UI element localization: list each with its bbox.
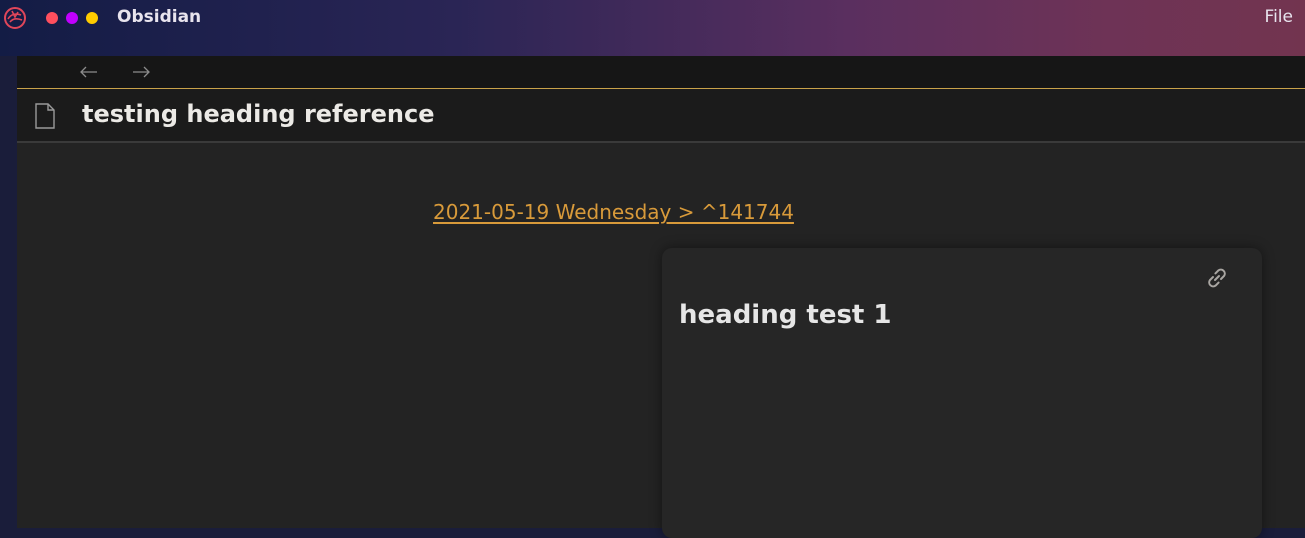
menu-file[interactable]: File xyxy=(1265,7,1293,27)
embed-link[interactable]: 2021-05-19 Wednesday > ^141744 xyxy=(433,200,794,224)
link-icon[interactable] xyxy=(1202,263,1232,293)
navigation-bar xyxy=(17,56,1305,89)
obsidian-logo-icon xyxy=(4,7,26,29)
forward-button[interactable] xyxy=(129,60,153,84)
embed-heading: heading test 1 xyxy=(679,300,892,330)
back-button[interactable] xyxy=(77,60,101,84)
note-title[interactable]: testing heading reference xyxy=(82,100,434,128)
window-close-button[interactable] xyxy=(46,12,58,24)
note-pane: testing heading reference 2021-05-19 Wed… xyxy=(17,56,1305,538)
note-header: testing heading reference xyxy=(17,89,1305,143)
arrow-right-icon xyxy=(133,66,150,78)
embed-card: heading test 1 xyxy=(662,248,1262,538)
window-maximize-button[interactable] xyxy=(86,12,98,24)
window-minimize-button[interactable] xyxy=(66,12,78,24)
arrow-left-icon xyxy=(80,66,97,78)
title-bar: Obsidian File xyxy=(0,0,1305,56)
document-icon xyxy=(35,103,55,129)
app-title: Obsidian xyxy=(117,7,202,27)
